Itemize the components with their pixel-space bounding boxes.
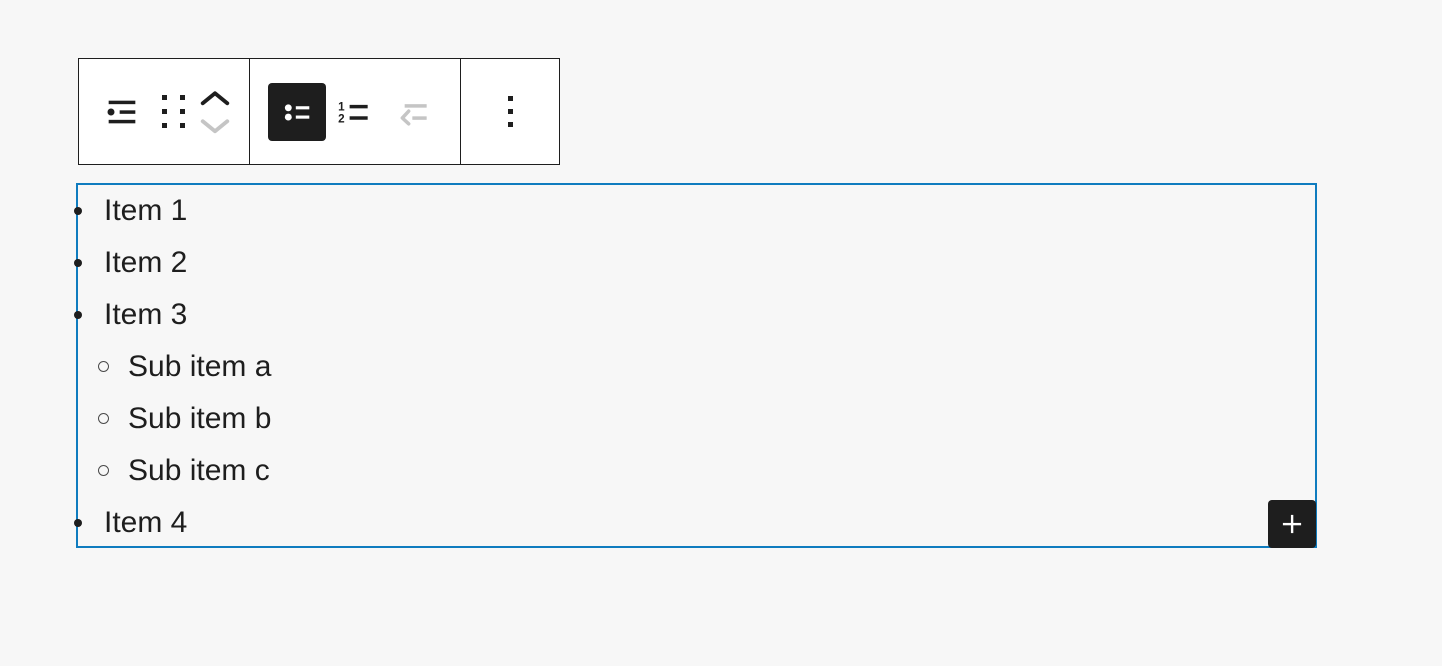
list-item[interactable]: Item 3 — [74, 289, 1315, 341]
list-item-text: Sub item c — [128, 454, 270, 487]
toolbar-group-list-formatting: 1 2 — [249, 59, 460, 164]
block-movers — [195, 72, 235, 152]
list-item-text: Sub item b — [128, 402, 272, 435]
list-bullet-circle-icon — [98, 465, 109, 476]
outdent-list-icon — [384, 83, 442, 141]
list-item[interactable]: Item 1 — [74, 185, 1315, 237]
list-block[interactable]: Item 1 Item 2 Item 3 Sub item a Sub item… — [74, 183, 1317, 549]
svg-text:1: 1 — [338, 100, 345, 113]
toolbar-group-options — [460, 59, 559, 164]
move-up-button[interactable] — [200, 89, 230, 107]
list-item-text: Item 4 — [104, 506, 188, 539]
list-item[interactable]: Item 2 — [74, 237, 1315, 289]
block-type-switcher-button[interactable] — [93, 75, 151, 149]
list-item[interactable]: Sub item a — [78, 341, 1315, 393]
drag-handle-icon — [161, 95, 185, 128]
svg-text:2: 2 — [338, 112, 345, 125]
list-item-text: Sub item a — [128, 350, 272, 383]
list-block-icon — [93, 83, 151, 141]
list-item-text: Item 1 — [104, 194, 188, 227]
add-block-button[interactable] — [1268, 500, 1316, 548]
list-item[interactable]: Sub item b — [78, 393, 1315, 445]
more-options-vertical-dots-icon — [507, 96, 513, 127]
unordered-list-button[interactable] — [268, 75, 326, 149]
list-items: Item 1 Item 2 Item 3 Sub item a Sub item… — [74, 185, 1315, 549]
plus-icon — [1282, 514, 1302, 534]
outdent-list-button[interactable] — [384, 75, 442, 149]
drag-handle-button[interactable] — [151, 83, 195, 141]
move-up-icon — [200, 90, 230, 105]
unordered-list-icon — [268, 82, 326, 141]
ordered-list-icon: 1 2 — [326, 83, 384, 141]
block-toolbar: 1 2 — [78, 58, 560, 165]
list-bullet-circle-icon — [98, 361, 109, 372]
ordered-list-button[interactable]: 1 2 — [326, 75, 384, 149]
list-bullet-circle-icon — [98, 413, 109, 424]
list-item[interactable]: Item 4 — [74, 497, 1315, 549]
list-item-text: Item 2 — [104, 246, 188, 279]
list-item[interactable]: Sub item c — [78, 445, 1315, 497]
toolbar-group-block-type — [79, 59, 249, 164]
list-item-text: Item 3 — [104, 298, 188, 331]
move-down-icon — [200, 118, 230, 133]
list-bullet-disc-icon — [74, 519, 82, 527]
list-bullet-disc-icon — [74, 207, 82, 215]
more-options-button[interactable] — [481, 75, 539, 149]
move-down-button[interactable] — [200, 117, 230, 135]
list-bullet-disc-icon — [74, 311, 82, 319]
list-bullet-disc-icon — [74, 259, 82, 267]
